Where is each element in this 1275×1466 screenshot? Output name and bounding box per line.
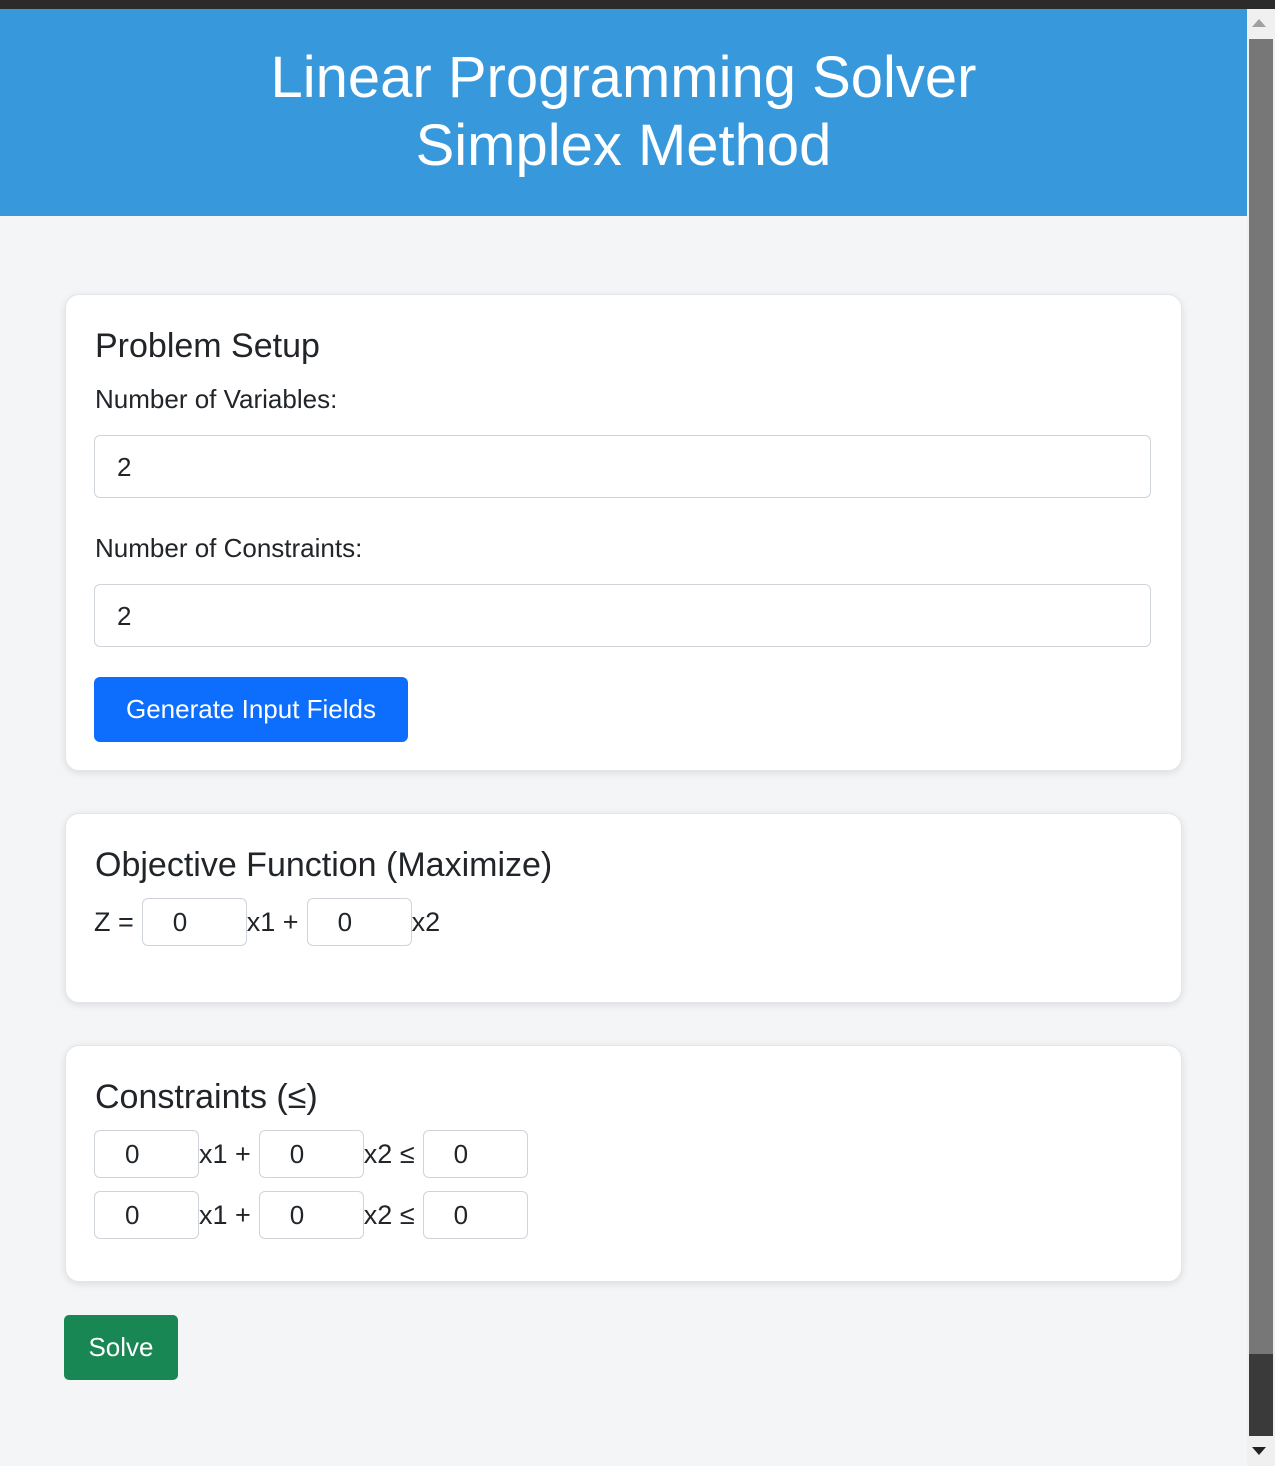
constraint-1-term-x2: x2 ≤ xyxy=(363,1138,415,1169)
constraint-1-coef-x1-input[interactable]: 0 xyxy=(94,1130,199,1178)
constraints-title: Constraints (≤) xyxy=(95,1078,318,1116)
solve-button[interactable]: Solve xyxy=(64,1315,178,1380)
page-viewport: Linear Programming Solver Simplex Method… xyxy=(0,9,1247,1466)
variables-input[interactable]: 2 xyxy=(94,435,1151,498)
constraint-row: 0 x1 + 0 x2 ≤ 0 xyxy=(94,1130,528,1178)
objective-coef-x2-input[interactable]: 0 xyxy=(306,898,412,946)
page-title: Linear Programming Solver xyxy=(270,45,977,110)
page-header: Linear Programming Solver Simplex Method xyxy=(0,9,1247,216)
page-subtitle: Simplex Method xyxy=(415,113,832,178)
constraints-count-input[interactable]: 2 xyxy=(94,584,1151,647)
constraint-1-coef-x2-input[interactable]: 0 xyxy=(258,1130,364,1178)
constraints-count-label: Number of Constraints: xyxy=(95,533,363,563)
objective-row: Z = 0 x1 + 0 x2 xyxy=(94,898,440,946)
constraint-2-term-x1: x1 + xyxy=(199,1199,251,1230)
objective-term-x1: x1 + xyxy=(246,906,299,937)
vertical-scrollbar[interactable] xyxy=(1247,9,1275,1466)
objective-prefix: Z = xyxy=(94,906,134,937)
constraints-card: Constraints (≤) 0 x1 + 0 x2 ≤ 0 0 x1 + 0… xyxy=(65,1045,1182,1282)
constraint-2-coef-x1-input[interactable]: 0 xyxy=(94,1191,199,1239)
constraint-row: 0 x1 + 0 x2 ≤ 0 xyxy=(94,1191,528,1239)
scrollbar-thumb[interactable] xyxy=(1249,39,1273,1354)
problem-setup-card: Problem Setup Number of Variables: 2 Num… xyxy=(65,294,1182,771)
constraint-2-rhs-input[interactable]: 0 xyxy=(422,1191,528,1239)
constraint-2-term-x2: x2 ≤ xyxy=(363,1199,415,1230)
constraint-2-coef-x2-input[interactable]: 0 xyxy=(258,1191,364,1239)
objective-term-x2: x2 xyxy=(411,906,441,937)
constraint-1-rhs-input[interactable]: 0 xyxy=(422,1130,528,1178)
variables-label: Number of Variables: xyxy=(95,384,338,414)
scroll-down-arrow-icon[interactable] xyxy=(1252,1447,1266,1455)
objective-function-card: Objective Function (Maximize) Z = 0 x1 +… xyxy=(65,813,1182,1003)
constraint-1-term-x1: x1 + xyxy=(199,1138,251,1169)
objective-coef-x1-input[interactable]: 0 xyxy=(141,898,247,946)
browser-top-edge xyxy=(0,0,1275,9)
scrollbar-track-lower[interactable] xyxy=(1249,1354,1273,1436)
generate-input-fields-button[interactable]: Generate Input Fields xyxy=(94,677,408,742)
scroll-up-arrow-icon[interactable] xyxy=(1252,19,1266,27)
problem-setup-title: Problem Setup xyxy=(95,327,320,365)
objective-function-title: Objective Function (Maximize) xyxy=(95,846,553,884)
